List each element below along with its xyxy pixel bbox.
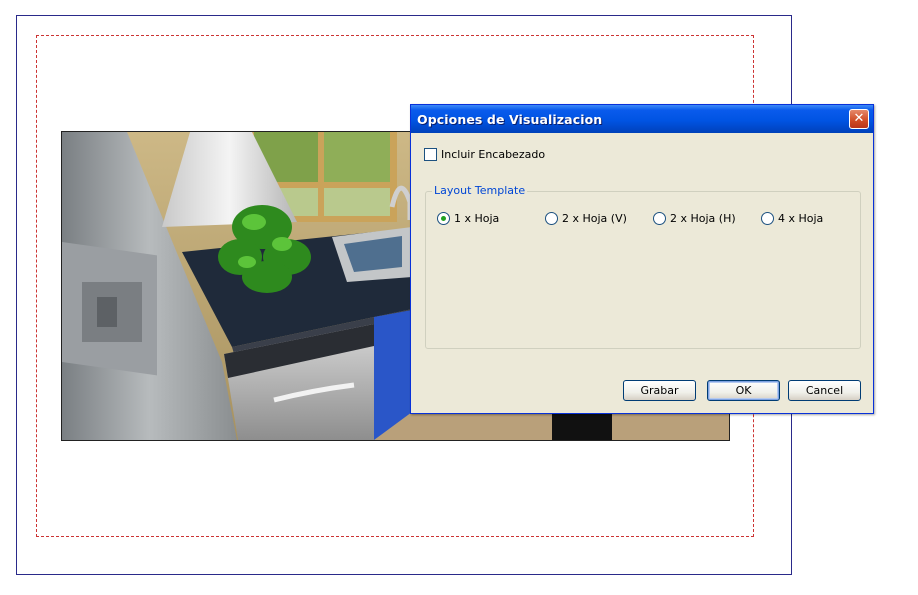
radio-4-x-hoja[interactable]: 4 x Hoja [761,212,823,225]
include-header-checkbox[interactable] [424,147,437,161]
radio-button[interactable] [761,212,774,225]
save-button[interactable]: Grabar [623,380,696,401]
layout-template-title: Layout Template [432,184,528,197]
radio-label: 2 x Hoja (V) [562,212,627,225]
dialog-body: Incluir Encabezado Layout Template 1 x H… [415,133,869,409]
cancel-button[interactable]: Cancel [788,380,861,401]
radio-label: 2 x Hoja (H) [670,212,736,225]
radio-button[interactable] [545,212,558,225]
visualization-options-dialog: Opciones de Visualizacion ✕ Incluir Enca… [410,104,874,414]
radio-1-x-hoja[interactable]: 1 x Hoja [437,212,499,225]
radio-button[interactable] [653,212,666,225]
layout-template-group: Layout Template 1 x Hoja 2 x Hoja (V) 2 … [425,184,861,349]
radio-2-x-hoja-v[interactable]: 2 x Hoja (V) [545,212,627,225]
close-button[interactable]: ✕ [849,109,869,129]
dialog-title-bar[interactable]: Opciones de Visualizacion ✕ [411,105,873,133]
radio-label: 4 x Hoja [778,212,824,225]
dialog-title: Opciones de Visualizacion [417,112,603,127]
radio-2-x-hoja-h[interactable]: 2 x Hoja (H) [653,212,736,225]
ok-button[interactable]: OK [707,380,780,401]
close-icon: ✕ [853,111,865,126]
radio-button-selected[interactable] [437,212,450,225]
radio-label: 1 x Hoja [454,212,500,225]
include-header-checkbox-row[interactable]: Incluir Encabezado [424,147,545,161]
include-header-label: Incluir Encabezado [441,147,546,161]
